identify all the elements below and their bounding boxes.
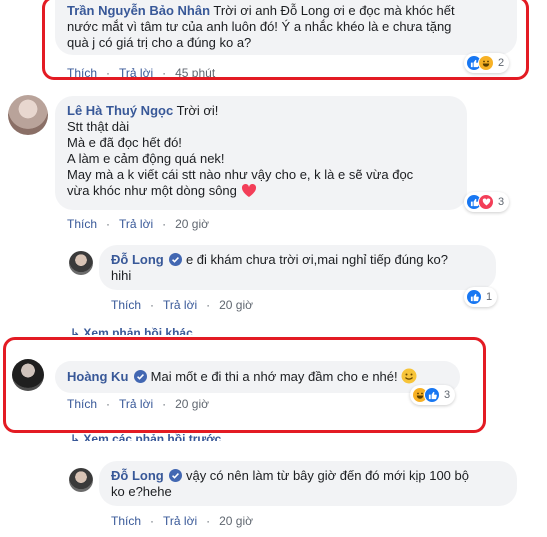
comment-text: quà j có giá trị cho a đúng ko a? [67,35,252,50]
verified-badge-icon [169,253,183,266]
comment-text: e đi khám chưa trời ơi,mai nghỉ tiếp đún… [185,252,449,267]
reaction-summary[interactable]: 3 [410,385,456,405]
comment-author[interactable]: Lê Hà Thuý Ngọc [67,103,173,118]
reaction-count: 3 [498,196,505,208]
avatar[interactable] [8,95,48,135]
comment-actions: Thích · Trả lời · 20 giờ [67,217,209,231]
comment-actions: Thích · Trả lời · 45 phút [67,66,216,80]
avatar[interactable] [69,468,93,492]
like-icon [424,387,440,403]
comment-bubble: Đỗ Long vậy có nên làm từ bây giờ đến đó… [99,461,517,506]
previous-replies-link[interactable]: ↳ Xem các phản hồi trước [70,432,221,441]
more-replies-link[interactable]: ↳ Xem phản hồi khác [70,326,193,335]
comment-text: vừa khóc như một dòng sông [67,183,237,198]
comment-text: Trời ơi! [176,103,219,118]
comment-bubble: Trần Nguyễn Bảo Nhân Trời ơi anh Đỗ Long… [55,0,517,55]
like-icon [466,289,482,305]
reaction-summary[interactable]: 1 [464,287,498,307]
heart-icon [241,183,256,197]
avatar[interactable] [12,359,44,391]
love-icon [478,194,494,210]
reply-link[interactable]: Trả lời [119,217,153,231]
like-link[interactable]: Thích [111,514,141,528]
comment-bubble: Hoàng Ku Mai mốt e đi thi a nhớ may đầm … [55,361,460,393]
comment-text: A làm e cảm động quá nek! [67,151,225,166]
like-link[interactable]: Thích [111,298,141,312]
comment-text: Mà e đã đọc hết đó! [67,135,182,150]
comment-text: hihi [111,268,132,283]
like-link[interactable]: Thích [67,66,97,80]
comment-time[interactable]: 20 giờ [219,514,253,528]
verified-badge-icon [134,370,148,383]
reaction-summary[interactable]: 3 [464,192,510,212]
comment-time[interactable]: 20 giờ [219,298,253,312]
reply-link[interactable]: Trả lời [119,397,153,411]
comment-text: May mà a k viết cái stt nào như vậy cho … [67,167,414,182]
comment-bubble: Đỗ Long e đi khám chưa trời ơi,mai nghỉ … [99,245,496,290]
comment-text: vậy có nên làm từ bây giờ đến đó mới kịp… [185,468,469,483]
comment-actions: Thích · Trả lời · 20 giờ [111,298,253,312]
reply-arrow-icon: ↳ [70,326,84,335]
reply-arrow-icon: ↳ [70,432,84,441]
comment-author[interactable]: Trần Nguyễn Bảo Nhân [67,3,210,18]
comment-text: ko e?hehe [111,484,172,499]
comment-author[interactable]: Hoàng Ku [67,369,128,384]
reaction-count: 2 [498,57,505,69]
comment-actions: Thích · Trả lời · 20 giờ [111,514,253,528]
reply-link[interactable]: Trả lời [119,66,153,80]
comment-bubble: Lê Hà Thuý Ngọc Trời ơi! Stt thật dài Mà… [55,96,467,210]
comment-text: Trời ơi anh Đỗ Long ơi e đọc mà khóc hết [213,3,455,18]
verified-badge-icon [169,469,183,482]
smile-emoji-icon [401,368,417,384]
avatar[interactable] [69,251,93,275]
comment-text: Mai mốt e đi thi a nhớ may đầm cho e nhé… [150,369,398,384]
reaction-count: 1 [486,291,493,303]
like-link[interactable]: Thích [67,397,97,411]
like-link[interactable]: Thích [67,217,97,231]
comment-author[interactable]: Đỗ Long [111,468,164,483]
haha-icon [478,55,494,71]
comment-text: Stt thật dài [67,119,130,134]
reaction-count: 3 [444,389,451,401]
comment-author[interactable]: Đỗ Long [111,252,164,267]
reply-link[interactable]: Trả lời [163,514,197,528]
comment-time[interactable]: 45 phút [175,66,215,80]
reply-link[interactable]: Trả lời [163,298,197,312]
comment-text: nước mắt vì tâm tư của anh luôn đó! Ý a … [67,19,452,34]
comment-time[interactable]: 20 giờ [175,217,209,231]
comment-time[interactable]: 20 giờ [175,397,209,411]
comment-actions: Thích · Trả lời · 20 giờ [67,397,209,411]
reaction-summary[interactable]: 2 [464,53,510,73]
